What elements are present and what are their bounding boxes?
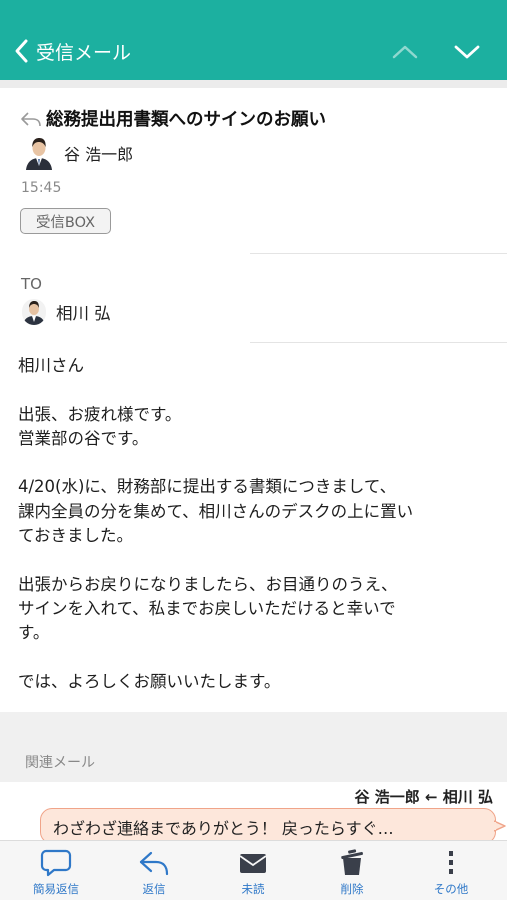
related-mail-label: 関連メール: [25, 755, 95, 771]
body-line: サインを入れて、私までお戻しいただけると幸いで: [18, 598, 396, 618]
delete-button[interactable]: 削除: [312, 841, 392, 900]
thread-participants: 谷 浩一郎 ← 相川 弘: [354, 788, 493, 806]
reply-icon: [139, 851, 169, 876]
body-line: 出張、お疲れ様です。: [18, 404, 182, 424]
mark-unread-button[interactable]: 未読: [213, 841, 293, 900]
mail-body: 相川さん出張、お疲れ様です。 営業部の谷です。 4/20(水)に、財務部に提出する書…: [18, 354, 493, 718]
delete-label: 削除: [340, 882, 364, 896]
body-paragraph: 4/20(水)に、財務部に提出する書類につきまして、 課内全員の分を集めて、相川さ…: [18, 475, 493, 548]
subject-row: 総務提出用書類へのサインのお願い: [20, 106, 500, 131]
header-divider: [0, 80, 507, 88]
body-line: 課内全員の分を集めて、相川さんのデスクの上に置い: [18, 501, 414, 521]
folder-badge: 受信BOX: [20, 208, 111, 234]
more-label: その他: [433, 882, 469, 896]
bottom-toolbar: 簡易返信 返信 未読 削除 その他: [0, 840, 507, 900]
header-bar: 受信メール: [0, 0, 507, 80]
bubble-tail: [494, 820, 506, 832]
chevron-up-icon[interactable]: [390, 40, 420, 64]
reply-button[interactable]: 返信: [114, 841, 194, 900]
recipient-row[interactable]: 相川 弘: [22, 299, 111, 325]
quick-reply-label: 簡易返信: [33, 882, 79, 896]
recipient-avatar: [22, 299, 46, 325]
body-paragraph: 出張からお戻りになりましたら、お目通りのうえ、 サインを入れて、私までお戻しいただ…: [18, 573, 493, 646]
body-line: 4/20(水)に、財務部に提出する書類につきまして、: [18, 477, 397, 497]
body-line: 出張からお戻りになりましたら、お目通りのうえ、: [18, 574, 398, 594]
body-paragraph: 相川さん: [18, 354, 493, 378]
received-time: 15:45: [21, 180, 62, 196]
mail-detail-screen: 受信メール 総務提出用書類へのサインのお願い 谷 浩一郎 15:45 受信BOX…: [0, 0, 507, 900]
unread-label: 未読: [241, 882, 265, 896]
trash-icon: [341, 849, 363, 875]
body-line: ておきました。: [18, 526, 134, 546]
mail-subject: 総務提出用書類へのサインのお願い: [46, 110, 326, 130]
sender-row[interactable]: 谷 浩一郎: [24, 136, 133, 170]
envelope-icon: [239, 854, 267, 873]
more-button[interactable]: その他: [411, 841, 491, 900]
sender-avatar: [24, 136, 54, 170]
sender-name: 谷 浩一郎: [64, 145, 134, 164]
speech-bubble-icon: [40, 849, 72, 877]
replied-icon: [21, 111, 41, 126]
related-mail-preview[interactable]: わざわざ連絡までありがとう！ 戻ったらすぐ…: [40, 808, 496, 844]
body-paragraph: では、よろしくお願いいたします。: [18, 670, 493, 694]
chevron-left-icon: [15, 39, 28, 63]
back-button[interactable]: 受信メール: [12, 36, 131, 66]
body-line: 営業部の谷です。: [18, 428, 149, 448]
body-line: では、よろしくお願いいたします。: [18, 671, 281, 691]
back-label: 受信メール: [36, 41, 132, 64]
body-line: 相川さん: [18, 356, 84, 375]
recipient-name: 相川 弘: [56, 304, 111, 323]
body-paragraph: 出張、お疲れ様です。 営業部の谷です。: [18, 403, 493, 452]
body-line: す。: [18, 623, 50, 643]
quick-reply-button[interactable]: 簡易返信: [16, 841, 96, 900]
divider: [250, 342, 507, 343]
divider: [250, 253, 507, 254]
reply-label: 返信: [142, 882, 166, 896]
to-label: TO: [21, 275, 42, 293]
chevron-down-icon[interactable]: [452, 40, 482, 64]
more-vertical-icon: [449, 851, 453, 874]
